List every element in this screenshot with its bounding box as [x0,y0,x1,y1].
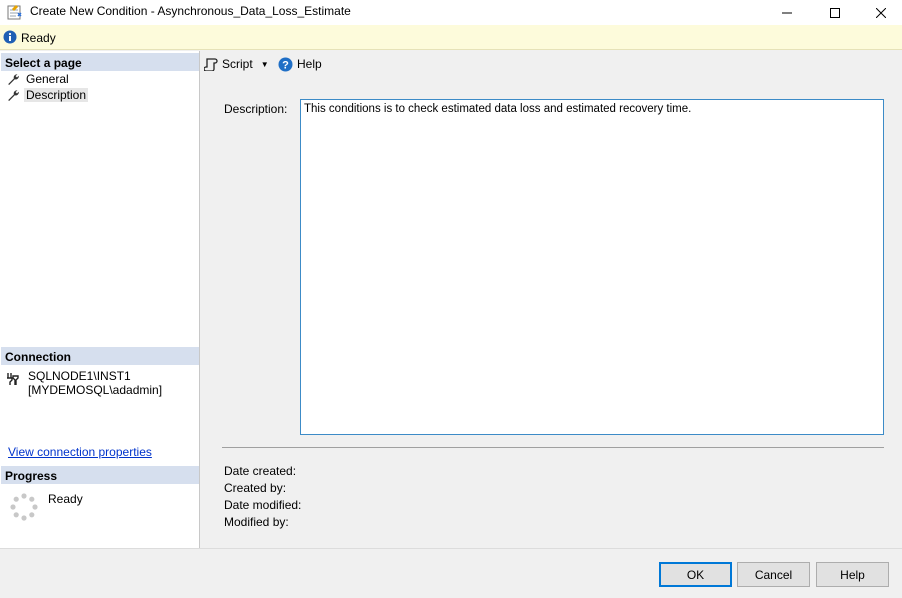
condition-icon [7,5,22,20]
script-button[interactable]: Script ▼ [204,55,269,73]
script-label: Script [222,57,253,71]
wrench-icon [8,90,19,101]
minimize-button[interactable] [764,0,810,25]
wrench-icon [8,74,19,85]
page-item-general[interactable]: General [7,71,71,87]
page-item-label: General [26,72,69,86]
connection-server: SQLNODE1\INST1 [28,369,131,383]
help-icon: ? [278,57,293,71]
progress-header: Progress [1,466,199,484]
help-label: Help [297,57,322,71]
modified-by-label: Modified by: [224,515,289,529]
view-connection-properties-link[interactable]: View connection properties [8,445,152,459]
progress-spinner-icon [10,493,38,521]
connection-header: Connection [1,347,199,365]
window-title: Create New Condition - Asynchronous_Data… [30,4,351,18]
page-item-description[interactable]: Description [7,87,89,103]
toolbar-help-button[interactable]: ? Help [278,55,322,73]
ok-button[interactable]: OK [659,562,732,587]
close-icon [876,7,886,18]
maximize-button[interactable] [812,0,858,25]
maximize-icon [830,7,840,18]
status-text: Ready [21,31,56,45]
title-bar: Create New Condition - Asynchronous_Data… [0,0,902,25]
progress-status: Ready [48,492,83,506]
minimize-icon [782,12,792,13]
connection-user: [MYDEMOSQL\adadmin] [28,383,163,397]
description-label: Description: [224,102,288,116]
left-pane: Select a page General Description Connec… [0,51,200,548]
created-by-label: Created by: [224,481,287,495]
date-created-label: Date created: [224,464,297,478]
date-modified-label: Date modified: [224,498,302,512]
svg-text:?: ? [282,59,289,71]
status-bar: Ready [0,25,902,50]
chevron-down-icon[interactable]: ▼ [261,60,269,69]
script-icon [204,58,218,71]
connection-icon [7,373,19,385]
page-item-label: Description [24,88,89,102]
info-icon [3,30,17,44]
select-page-header: Select a page [1,53,199,71]
toolbar: Script ▼ ? Help [200,51,902,78]
help-button[interactable]: Help [816,562,889,587]
description-textarea[interactable]: This conditions is to check estimated da… [300,99,884,435]
cancel-button[interactable]: Cancel [737,562,810,587]
close-button[interactable] [858,0,902,25]
divider [222,447,884,448]
